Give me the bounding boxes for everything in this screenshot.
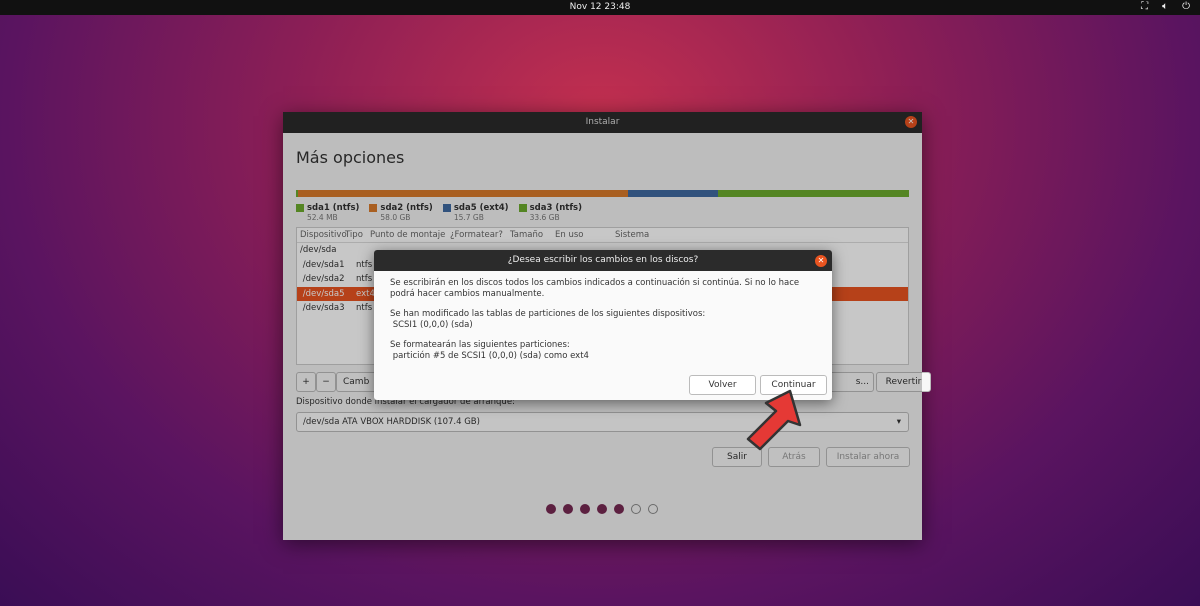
confirm-dialog: ¿Desea escribir los cambios en los disco… [374,250,832,400]
red-arrow-annotation [746,389,802,451]
dialog-text: Se han modificado las tablas de particio… [390,309,706,319]
dialog-text: SCSI1 (0,0,0) (sda) [390,320,473,330]
dialog-text: partición #5 de SCSI1 (0,0,0) (sda) como… [390,351,589,361]
dialog-text: Se escribirán en los discos todos los ca… [390,278,800,299]
network-icon[interactable]: ⛶ [1141,1,1148,12]
dialog-text: Se formatearán las siguientes particione… [390,340,570,350]
clock[interactable]: Nov 12 23:48 [0,2,1200,12]
power-icon[interactable]: ⏻ [1182,1,1190,12]
dialog-title: ¿Desea escribir los cambios en los disco… [507,255,699,265]
volume-icon[interactable]: 🔈︎ [1162,1,1168,12]
close-icon[interactable]: ✕ [815,255,827,267]
top-bar: Nov 12 23:48 ⛶ 🔈︎ ⏻ [0,0,1200,15]
